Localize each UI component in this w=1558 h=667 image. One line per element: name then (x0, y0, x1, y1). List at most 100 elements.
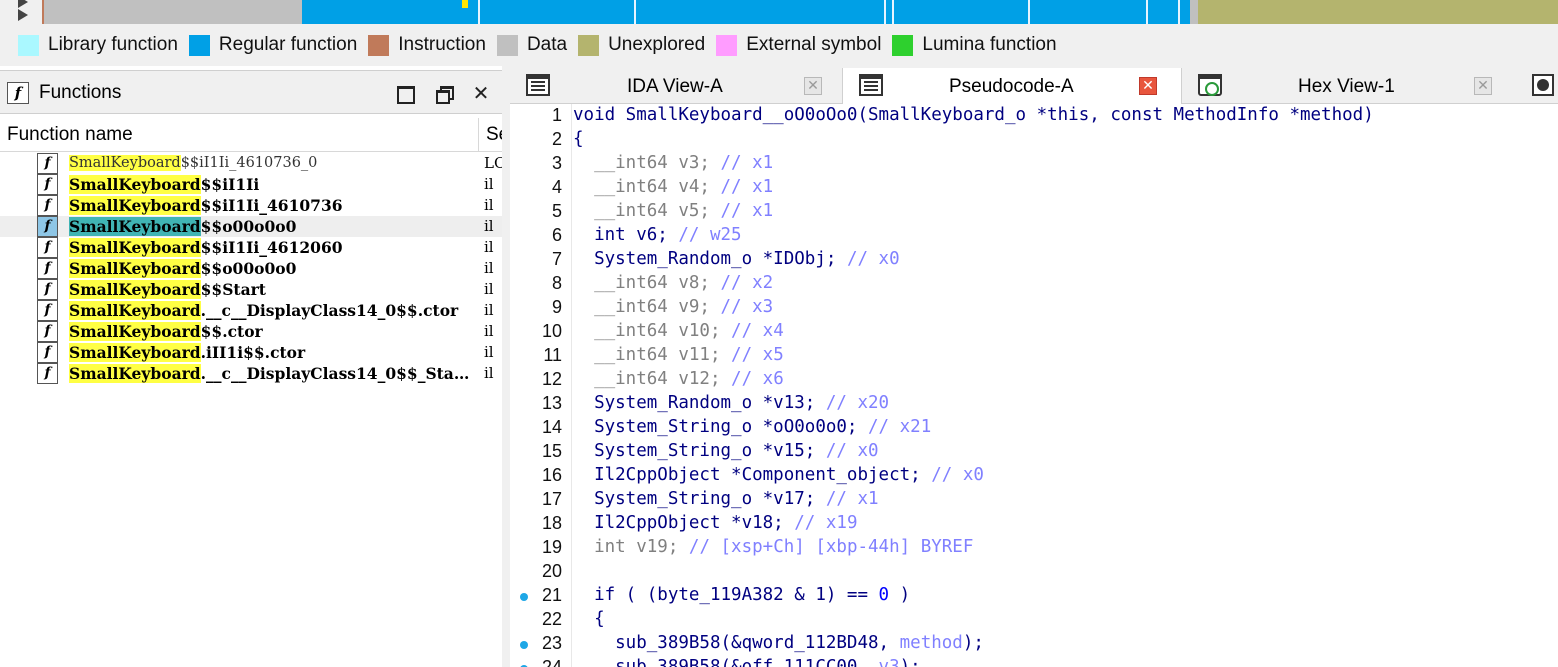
code-text[interactable]: __int64 v5; // x1 (573, 201, 773, 221)
code-text[interactable]: Il2CppObject *Component_object; // x0 (573, 465, 984, 485)
code-text[interactable]: { (573, 609, 605, 629)
code-line[interactable]: 15 System_String_o *v15; // x0 (510, 440, 1558, 464)
code-line[interactable]: 16 Il2CppObject *Component_object; // x0 (510, 464, 1558, 488)
tab-close-icon[interactable]: ✕ (804, 77, 822, 95)
navigation-bar[interactable] (42, 0, 1558, 24)
code-line[interactable]: 24 sub_389B58(&off_111CC00, v3); (510, 656, 1558, 667)
code-text[interactable]: { (573, 129, 584, 149)
code-line[interactable]: 23 sub_389B58(&qword_112BD48, method); (510, 632, 1558, 656)
code-line[interactable]: 10 __int64 v10; // x4 (510, 320, 1558, 344)
code-text[interactable]: System_String_o *oO0o0o0; // x21 (573, 417, 931, 437)
code-text[interactable]: System_Random_o *IDObj; // x0 (573, 249, 900, 269)
nav-arrow-right-icon[interactable] (18, 9, 28, 21)
function-name[interactable]: SmallKeyboard$$iI1Ii_4610736_0 (69, 153, 477, 174)
tab-ida-view-a[interactable]: IDA View-A ✕ (510, 68, 842, 104)
function-name[interactable]: SmallKeyboard.__c__DisplayClass14_0$$.ct… (69, 300, 477, 321)
function-row[interactable]: f SmallKeyboard$$Start il (0, 279, 502, 300)
code-text[interactable]: __int64 v11; // x5 (573, 345, 784, 365)
tab-hex-view-1[interactable]: Hex View-1 ✕ (1182, 68, 1502, 104)
function-row[interactable]: f SmallKeyboard$$iI1Ii_4610736 il (0, 195, 502, 216)
code-text[interactable]: System_String_o *v15; // x0 (573, 441, 879, 461)
nav-arrow-up-icon[interactable] (18, 0, 28, 8)
code-text[interactable]: if ( (byte_119A382 & 1) == 0 ) (573, 585, 910, 605)
code-line[interactable]: 2{ (510, 128, 1558, 152)
code-text[interactable]: __int64 v9; // x3 (573, 297, 773, 317)
tab-overflow[interactable] (1522, 68, 1558, 104)
code-line[interactable]: 1 void SmallKeyboard__oO0oOo0(SmallKeyboa… (510, 104, 1558, 128)
code-text[interactable]: int v19; // [xsp+Ch] [xbp-44h] BYREF (573, 537, 973, 557)
code-line[interactable]: 17 System_String_o *v17; // x1 (510, 488, 1558, 512)
code-comment: // x0 (931, 465, 984, 485)
code-line[interactable]: 21 if ( (byte_119A382 & 1) == 0 ) (510, 584, 1558, 608)
maximize-icon[interactable] (393, 83, 415, 104)
code-text[interactable]: __int64 v10; // x4 (573, 321, 784, 341)
tab-close-icon[interactable]: ✕ (1474, 77, 1492, 95)
code-line[interactable]: 3 __int64 v3; // x1 (510, 152, 1558, 176)
legend-item-lumina: Lumina function (892, 34, 1057, 56)
function-name[interactable]: SmallKeyboard.iII1i$$.ctor (69, 342, 477, 363)
code-decl: __int64 v12; (573, 369, 732, 389)
code-line[interactable]: 22 { (510, 608, 1558, 632)
function-row[interactable]: f SmallKeyboard.iII1i$$.ctor il (0, 342, 502, 363)
column-divider[interactable] (478, 118, 479, 152)
code-text[interactable]: System_String_o *v17; // x1 (573, 489, 879, 509)
line-number: 22 (541, 609, 562, 629)
functions-title-bar[interactable]: f Functions ✕ (0, 70, 502, 114)
code-line[interactable]: 9 __int64 v9; // x3 (510, 296, 1558, 320)
function-row[interactable]: f SmallKeyboard$$o00o0o0 il (0, 258, 502, 279)
code-line[interactable]: 12 __int64 v12; // x6 (510, 368, 1558, 392)
close-icon[interactable]: ✕ (470, 83, 492, 103)
code-line[interactable]: 20 (510, 560, 1558, 584)
column-function-name[interactable]: Function name (7, 124, 133, 146)
breakpoint-dot-icon[interactable] (520, 641, 528, 649)
function-name[interactable]: SmallKeyboard$$iI1Ii_4610736 (69, 195, 477, 216)
line-number: 10 (541, 321, 562, 341)
code-text[interactable]: sub_389B58(&qword_112BD48, method); (573, 633, 984, 653)
panel-splitter[interactable] (502, 66, 510, 667)
tab-close-icon[interactable]: ✕ (1139, 77, 1157, 95)
navigation-band[interactable] (0, 0, 1558, 24)
function-name[interactable]: SmallKeyboard$$o00o0o0 (69, 216, 477, 237)
code-line[interactable]: 4 __int64 v4; // x1 (510, 176, 1558, 200)
nav-cursor-marker (462, 0, 468, 8)
code-text[interactable]: int v6; // w25 (573, 225, 742, 245)
code-decl: __int64 v11; (573, 345, 732, 365)
function-name[interactable]: SmallKeyboard$$o00o0o0 (69, 258, 477, 279)
function-name[interactable]: SmallKeyboard$$iI1Ii_4612060 (69, 237, 477, 258)
code-line[interactable]: 8 __int64 v8; // x2 (510, 272, 1558, 296)
function-name[interactable]: SmallKeyboard$$.ctor (69, 321, 477, 342)
function-row[interactable]: f SmallKeyboard$$iI1Ii_4610736_0 LO (0, 153, 502, 174)
code-line[interactable]: 14 System_String_o *oO0o0o0; // x21 (510, 416, 1558, 440)
function-name[interactable]: SmallKeyboard.__c__DisplayClass14_0$$_St… (69, 363, 477, 384)
function-row[interactable]: f SmallKeyboard.__c__DisplayClass14_0$$_… (0, 363, 502, 384)
code-line[interactable]: 5 __int64 v5; // x1 (510, 200, 1558, 224)
code-text[interactable]: __int64 v8; // x2 (573, 273, 773, 293)
breakpoint-dot-icon[interactable] (520, 593, 528, 601)
function-row[interactable]: f SmallKeyboard$$iI1Ii il (0, 174, 502, 195)
function-row[interactable]: f SmallKeyboard$$iI1Ii_4612060 il (0, 237, 502, 258)
function-name[interactable]: SmallKeyboard$$iI1Ii (69, 174, 477, 195)
code-line[interactable]: 19 int v19; // [xsp+Ch] [xbp-44h] BYREF (510, 536, 1558, 560)
tab-pseudocode-a[interactable]: Pseudocode-A ✕ (842, 68, 1182, 104)
legend-label: External symbol (746, 34, 882, 55)
code-text[interactable]: __int64 v3; // x1 (573, 153, 773, 173)
code-line[interactable]: 13 System_Random_o *v13; // x20 (510, 392, 1558, 416)
code-text[interactable]: Il2CppObject *v18; // x19 (573, 513, 857, 533)
code-text[interactable]: sub_389B58(&off_111CC00, v3); (573, 657, 921, 667)
code-text[interactable]: void SmallKeyboard__oO0oOo0(SmallKeyboar… (573, 105, 1374, 125)
code-line[interactable]: 18 Il2CppObject *v18; // x19 (510, 512, 1558, 536)
function-name[interactable]: SmallKeyboard$$Start (69, 279, 477, 300)
code-text[interactable]: __int64 v12; // x6 (573, 369, 784, 389)
column-segment[interactable]: Se (486, 124, 502, 146)
pseudocode-view[interactable]: 1 void SmallKeyboard__oO0oOo0(SmallKeyboa… (510, 104, 1558, 667)
code-line[interactable]: 7 System_Random_o *IDObj; // x0 (510, 248, 1558, 272)
function-row-selected[interactable]: f SmallKeyboard$$o00o0o0 il (0, 216, 502, 237)
float-window-icon[interactable] (433, 83, 455, 104)
code-text[interactable]: System_Random_o *v13; // x20 (573, 393, 889, 413)
function-row[interactable]: f SmallKeyboard$$.ctor il (0, 321, 502, 342)
function-row[interactable]: f SmallKeyboard.__c__DisplayClass14_0$$.… (0, 300, 502, 321)
code-line[interactable]: 6 int v6; // w25 (510, 224, 1558, 248)
code-text[interactable]: __int64 v4; // x1 (573, 177, 773, 197)
code-line[interactable]: 11 __int64 v11; // x5 (510, 344, 1558, 368)
column-header[interactable]: Function name Se (0, 118, 502, 152)
